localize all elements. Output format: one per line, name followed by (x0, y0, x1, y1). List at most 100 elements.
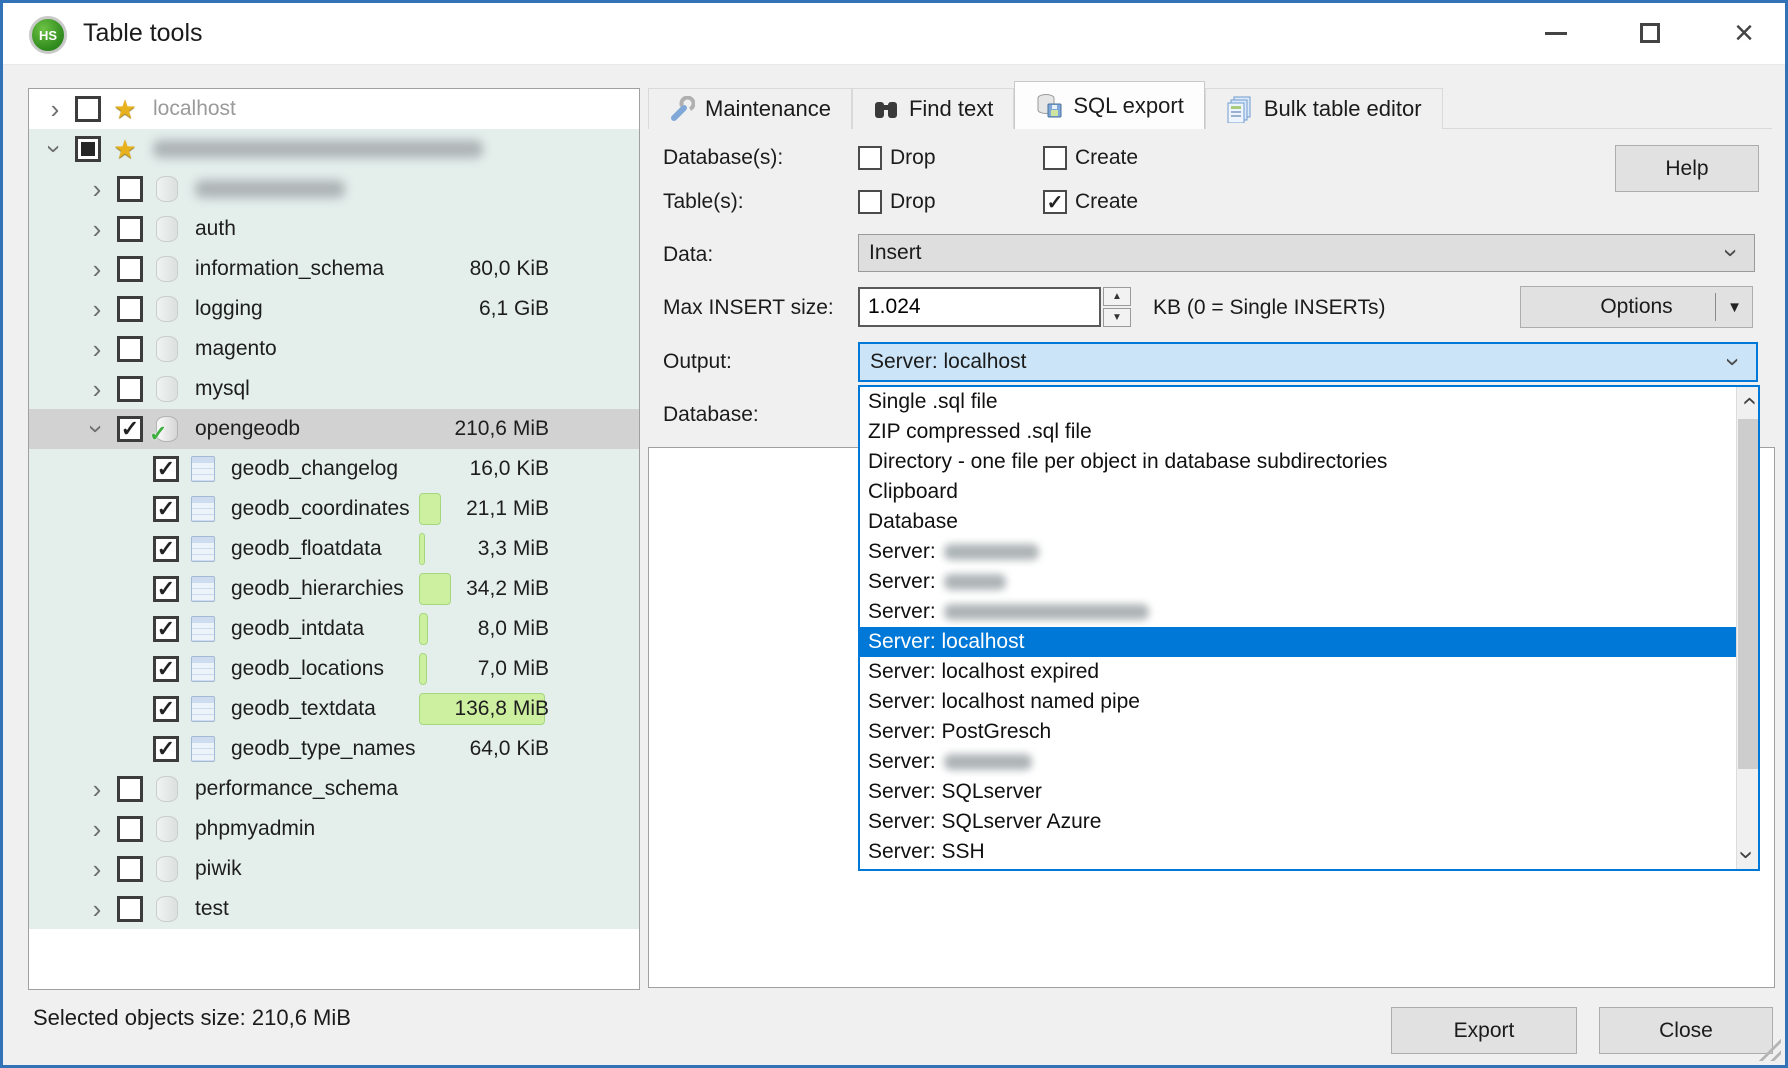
dropdown-item[interactable]: Server: SSH (860, 837, 1736, 867)
output-select[interactable]: Server: localhost › (858, 342, 1758, 382)
tree-row[interactable]: ›mysql (29, 369, 639, 409)
checkbox[interactable]: ✓ (153, 696, 179, 722)
dropdown-item[interactable]: Directory - one file per object in datab… (860, 447, 1736, 477)
tree-row[interactable]: ›logging6,1 GiB (29, 289, 639, 329)
checkbox[interactable] (75, 136, 101, 162)
checkbox[interactable]: ✓ (153, 736, 179, 762)
tables-create-checkbox[interactable]: ✓ Create (1043, 190, 1138, 214)
tree-row[interactable]: ✓geodb_floatdata3,3 MiB (29, 529, 639, 569)
tree-row[interactable]: ›★localhost (29, 89, 639, 129)
expand-arrow-icon[interactable]: › (83, 376, 111, 402)
tree-row[interactable]: ›★ (29, 129, 639, 169)
expand-arrow-icon[interactable]: › (83, 296, 111, 322)
dropdown-item[interactable]: Server: (860, 537, 1736, 567)
checkbox[interactable] (75, 96, 101, 122)
expand-arrow-icon[interactable]: › (83, 336, 111, 362)
checkbox[interactable] (117, 776, 143, 802)
tab-maintenance[interactable]: Maintenance (648, 88, 852, 129)
checkbox[interactable] (117, 816, 143, 842)
minimize-button[interactable] (1533, 13, 1579, 53)
stepper-up-button[interactable]: ▲ (1103, 287, 1131, 306)
tree-row[interactable]: ›information_schema80,0 KiB (29, 249, 639, 289)
checkbox[interactable]: ✓ (153, 576, 179, 602)
options-dropdown-arrow-icon[interactable]: ▼ (1727, 299, 1742, 316)
tab-find-text[interactable]: Find text (852, 88, 1014, 129)
tree-row[interactable]: ✓geodb_hierarchies34,2 MiB (29, 569, 639, 609)
scroll-up-button[interactable]: › (1737, 387, 1758, 415)
tree-row[interactable]: ›performance_schema (29, 769, 639, 809)
expand-arrow-icon[interactable]: › (41, 96, 69, 122)
tree-row[interactable]: ✓geodb_changelog16,0 KiB (29, 449, 639, 489)
tree-row[interactable]: ›piwik (29, 849, 639, 889)
tree-row[interactable]: ›✓✓opengeodb210,6 MiB (29, 409, 639, 449)
size-cell: 21,1 MiB (419, 493, 551, 525)
dropdown-item[interactable]: Server: SQLserver (860, 777, 1736, 807)
dropdown-item[interactable]: Server: (860, 597, 1736, 627)
tree-row[interactable]: ✓geodb_coordinates21,1 MiB (29, 489, 639, 529)
databases-drop-checkbox[interactable]: Drop (858, 146, 936, 170)
dropdown-item[interactable]: Server: (860, 567, 1736, 597)
scroll-down-button[interactable]: › (1737, 841, 1758, 869)
checkbox[interactable]: ✓ (117, 416, 143, 442)
close-window-button[interactable]: × (1721, 13, 1767, 53)
dropdown-item[interactable]: Server: PostGresch (860, 717, 1736, 747)
checkbox[interactable] (117, 896, 143, 922)
expand-arrow-icon[interactable]: › (83, 176, 111, 202)
checkbox-label: Create (1075, 190, 1138, 214)
expand-arrow-icon[interactable]: › (83, 856, 111, 882)
scrollbar-thumb[interactable] (1738, 419, 1758, 769)
expand-arrow-icon[interactable]: › (83, 776, 111, 802)
tables-drop-checkbox[interactable]: Drop (858, 190, 936, 214)
tree-row[interactable]: › (29, 169, 639, 209)
tree-row[interactable]: ›phpmyadmin (29, 809, 639, 849)
expand-arrow-icon[interactable]: › (83, 256, 111, 282)
max-insert-size-input[interactable] (858, 287, 1101, 327)
stepper-down-button[interactable]: ▼ (1103, 308, 1131, 327)
expand-arrow-icon[interactable]: › (83, 816, 111, 842)
checkbox[interactable] (117, 296, 143, 322)
dropdown-item[interactable]: ZIP compressed .sql file (860, 417, 1736, 447)
checkbox[interactable] (117, 856, 143, 882)
tab-bulk-table-editor[interactable]: Bulk table editor (1205, 88, 1443, 129)
maximize-button[interactable] (1627, 13, 1673, 53)
tree-row[interactable]: ✓geodb_textdata136,8 MiB (29, 689, 639, 729)
dropdown-item[interactable]: Server: localhost expired (860, 657, 1736, 687)
tree-row[interactable]: ›magento (29, 329, 639, 369)
databases-create-checkbox[interactable]: Create (1043, 146, 1138, 170)
checkbox[interactable] (117, 256, 143, 282)
help-button[interactable]: Help (1615, 145, 1759, 192)
checkbox[interactable] (117, 176, 143, 202)
checkbox[interactable]: ✓ (153, 536, 179, 562)
dropdown-scrollbar[interactable]: › › (1736, 387, 1758, 869)
expand-arrow-icon[interactable]: › (83, 896, 111, 922)
expand-arrow-icon[interactable]: › (84, 415, 110, 443)
data-mode-select[interactable]: Insert › (858, 234, 1755, 272)
tree-row[interactable]: ✓geodb_type_names64,0 KiB (29, 729, 639, 769)
checkbox[interactable] (117, 376, 143, 402)
chevron-down-icon: › (1721, 348, 1747, 376)
dropdown-item[interactable]: Server: localhost named pipe (860, 687, 1736, 717)
close-button[interactable]: Close (1599, 1007, 1773, 1054)
dropdown-item[interactable]: Clipboard (860, 477, 1736, 507)
checkbox[interactable]: ✓ (153, 496, 179, 522)
expand-arrow-icon[interactable]: › (83, 216, 111, 242)
checkbox[interactable]: ✓ (153, 456, 179, 482)
expand-arrow-icon[interactable]: › (42, 135, 68, 163)
dropdown-item[interactable]: Server: localhost (860, 627, 1736, 657)
dropdown-item[interactable]: Database (860, 507, 1736, 537)
heidisql-app-icon: HS (29, 16, 67, 54)
dropdown-item[interactable]: Single .sql file (860, 387, 1736, 417)
options-button[interactable]: Options ▼ (1520, 286, 1753, 328)
export-button[interactable]: Export (1391, 1007, 1577, 1054)
tree-row[interactable]: ✓geodb_intdata8,0 MiB (29, 609, 639, 649)
tree-row[interactable]: ✓geodb_locations7,0 MiB (29, 649, 639, 689)
checkbox[interactable] (117, 216, 143, 242)
dropdown-item[interactable]: Server: (860, 747, 1736, 777)
tree-row[interactable]: ›test (29, 889, 639, 929)
checkbox[interactable]: ✓ (153, 616, 179, 642)
tree-row[interactable]: ›auth (29, 209, 639, 249)
checkbox[interactable]: ✓ (153, 656, 179, 682)
dropdown-item[interactable]: Server: SQLserver Azure (860, 807, 1736, 837)
checkbox[interactable] (117, 336, 143, 362)
tab-sql-export[interactable]: SQL export (1014, 81, 1204, 129)
